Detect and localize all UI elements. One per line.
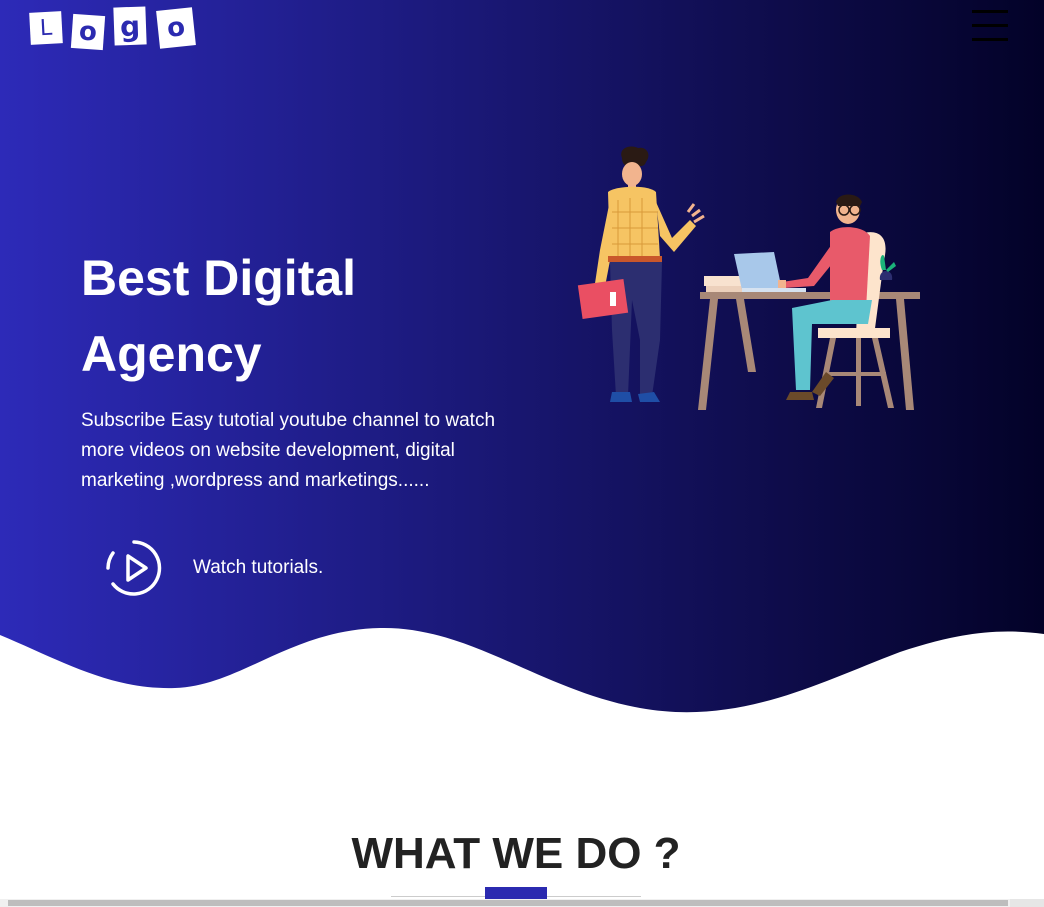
logo-letter: o [70,13,106,51]
logo-letter: L [29,11,63,45]
menu-bar [972,24,1008,27]
horizontal-scrollbar[interactable] [0,899,1044,907]
logo-letter: g [113,6,147,46]
hero-title: Best Digital Agency [81,250,357,382]
section-title: WHAT WE DO ? [351,829,681,878]
section-title-accent [485,887,547,899]
menu-bar [972,10,1008,13]
logo-letter: o [156,7,196,49]
menu-bar [972,38,1008,41]
scrollbar-thumb[interactable] [8,900,1008,906]
scroll-left-arrow[interactable] [0,899,8,907]
watch-tutorials-button[interactable]: Watch tutorials. [104,538,323,598]
plant [879,254,896,280]
hamburger-menu-icon[interactable] [972,10,1008,42]
standing-person-figure [577,146,705,402]
office-meeting-illustration [577,146,920,410]
scroll-right-arrow[interactable] [1010,899,1044,907]
hero-wave-divider [0,627,1044,730]
watch-tutorials-label: Watch tutorials. [193,557,324,578]
play-circle-icon [106,540,162,596]
hero-description: Subscribe Easy tutotial youtube channel … [81,410,496,491]
